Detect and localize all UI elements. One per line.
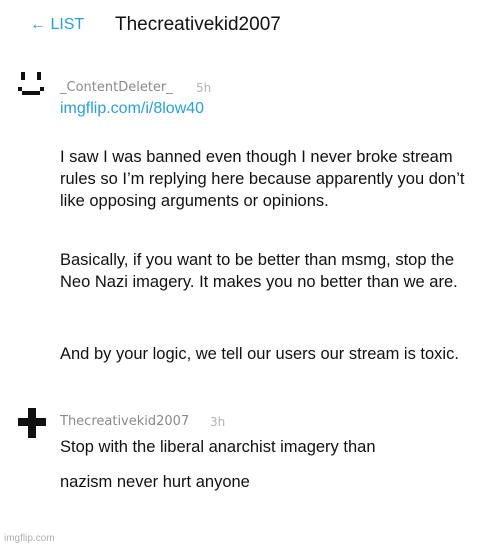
comment-paragraph: I saw I was banned even though I never b… — [60, 148, 465, 210]
page-title: Thecreativekid2007 — [115, 14, 281, 35]
comment-timestamp: 5h — [196, 81, 212, 95]
top-bar: ← LIST Thecreativekid2007 — [0, 0, 500, 52]
comment-paragraph: Stop with the liberal anarchist imagery … — [60, 438, 376, 456]
comment-paragraph: And by your logic, we tell our users our… — [60, 345, 459, 363]
back-label[interactable]: ← LIST — [30, 16, 84, 34]
comment-username[interactable]: Thecreativekid2007 — [60, 414, 189, 429]
image-link[interactable]: imgflip.com/i/8low40 — [60, 100, 204, 118]
imgflip-watermark: imgflip.com — [4, 533, 55, 544]
comment-username[interactable]: _ContentDeleter_ — [60, 80, 173, 95]
comment-timestamp: 3h — [210, 415, 226, 429]
back-to-list-button[interactable]: ← LIST — [30, 16, 84, 34]
cross-avatar-icon[interactable] — [18, 408, 46, 438]
smiley-avatar-icon[interactable] — [18, 72, 46, 100]
comment-paragraph: nazism never hurt anyone — [60, 473, 250, 491]
comment-paragraph: Basically, if you want to be better than… — [60, 251, 458, 291]
